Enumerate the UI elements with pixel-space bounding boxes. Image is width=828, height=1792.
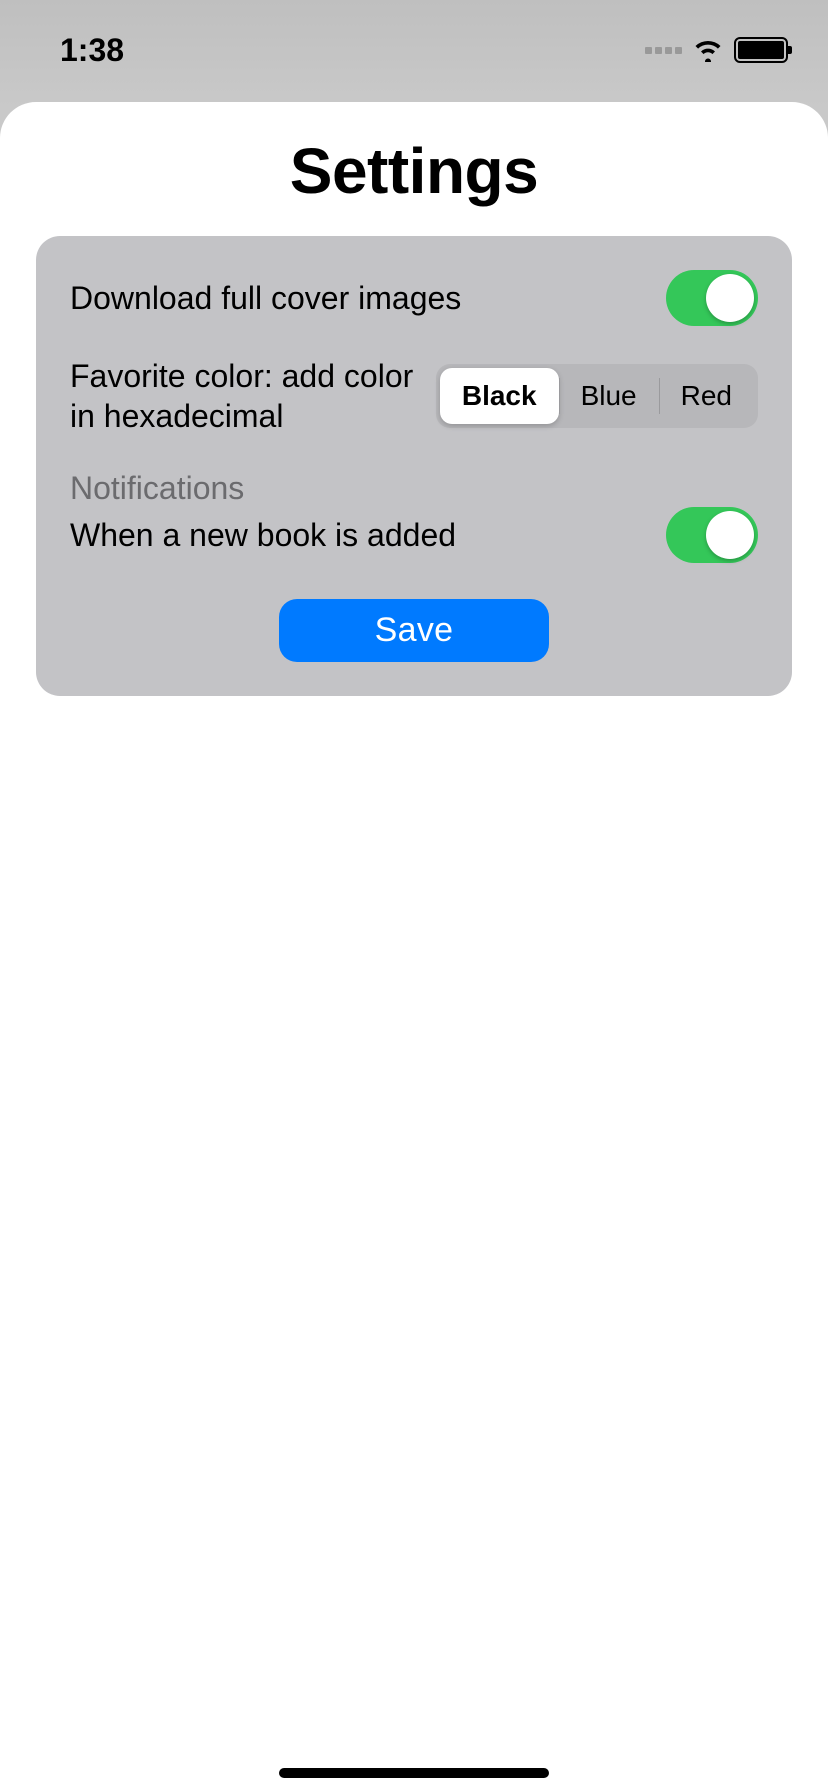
- cellular-dots-icon: [645, 47, 682, 54]
- status-bar: 1:38: [0, 0, 828, 100]
- download-full-cover-toggle[interactable]: [666, 270, 758, 326]
- new-book-added-label: When a new book is added: [70, 515, 650, 555]
- segment-red[interactable]: Red: [659, 368, 754, 424]
- download-full-cover-label: Download full cover images: [70, 278, 650, 318]
- favorite-color-row: Favorite color: add color in hexadecimal…: [70, 356, 758, 436]
- new-book-added-toggle[interactable]: [666, 507, 758, 563]
- home-indicator: [279, 1768, 549, 1778]
- favorite-color-label: Favorite color: add color in hexadecimal: [70, 356, 420, 436]
- download-full-cover-row: Download full cover images: [70, 270, 758, 326]
- page-title: Settings: [0, 134, 828, 208]
- favorite-color-segmented[interactable]: Black Blue Red: [436, 364, 758, 428]
- notifications-section-header: Notifications: [70, 470, 758, 507]
- settings-card: Download full cover images Favorite colo…: [36, 236, 792, 696]
- new-book-added-row: When a new book is added: [70, 507, 758, 563]
- battery-icon: [734, 37, 788, 63]
- segment-blue[interactable]: Blue: [559, 368, 659, 424]
- status-time: 1:38: [60, 32, 124, 69]
- status-right: [645, 37, 788, 63]
- segment-black[interactable]: Black: [440, 368, 559, 424]
- wifi-icon: [692, 38, 724, 62]
- save-button[interactable]: Save: [279, 599, 550, 662]
- settings-sheet: Settings Download full cover images Favo…: [0, 102, 828, 1792]
- save-row: Save: [70, 599, 758, 662]
